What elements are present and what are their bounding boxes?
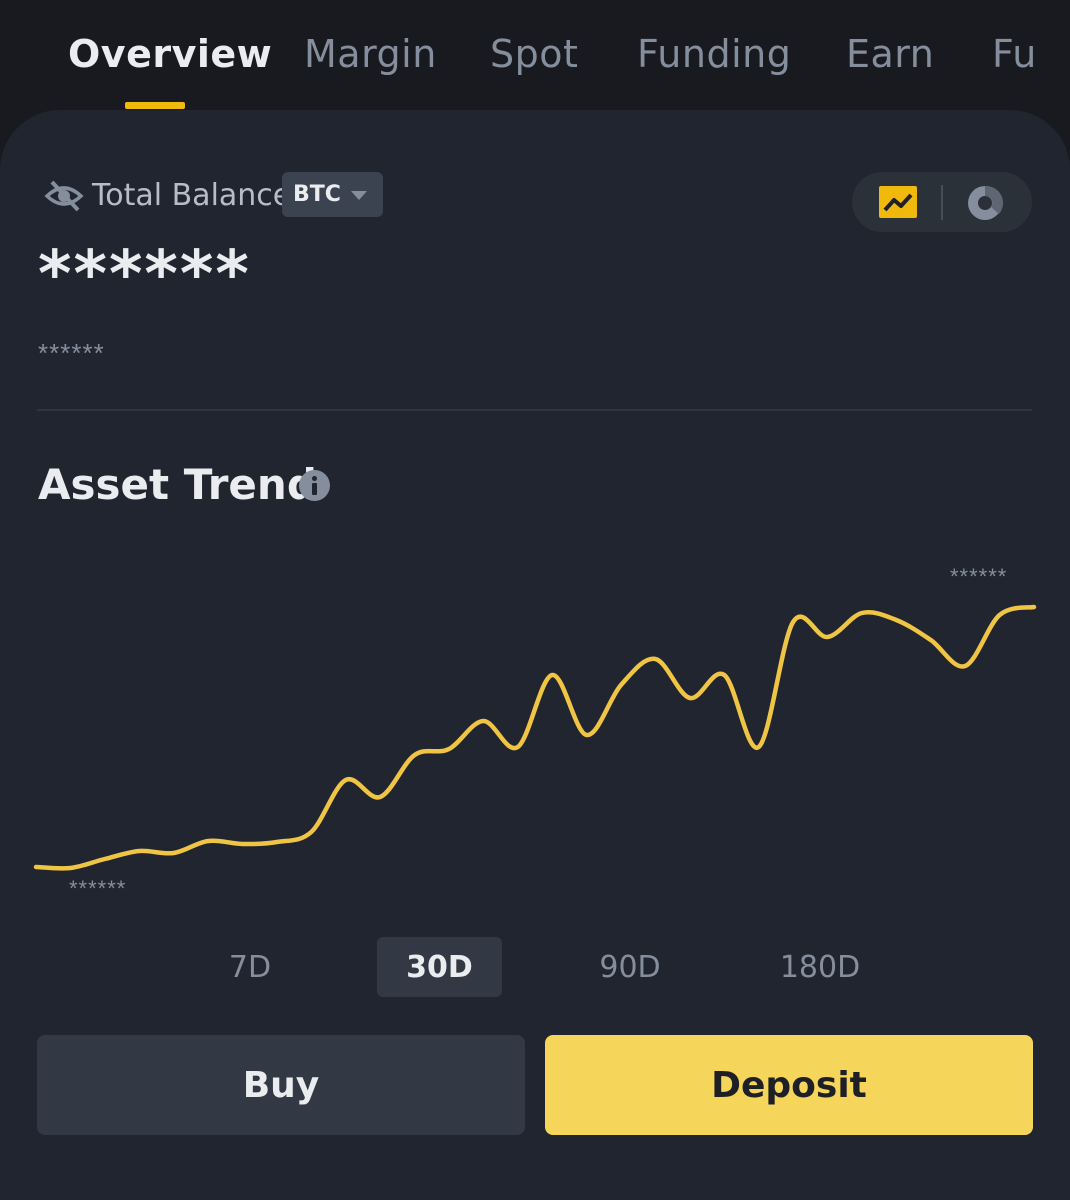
total-balance-value: ****** [38,238,251,312]
currency-value: BTC [293,182,341,207]
range-30d[interactable]: 30D [377,937,502,997]
pie-chart-icon[interactable] [965,183,1005,223]
view-toggle [852,172,1032,232]
tab-overview[interactable]: Overview [68,32,272,76]
deposit-button[interactable]: Deposit [545,1035,1033,1135]
tab-earn[interactable]: Earn [846,32,934,76]
caret-down-icon [351,191,367,200]
tab-margin[interactable]: Margin [304,32,437,76]
trend-line [33,604,1037,871]
asset-trend-chart [33,604,1037,871]
eye-off-icon[interactable] [44,176,84,216]
currency-selector[interactable]: BTC [282,172,383,217]
tab-spot[interactable]: Spot [490,32,578,76]
range-180d[interactable]: 180D [760,937,880,997]
balance-fiat-value: ****** [38,338,105,368]
info-icon[interactable] [299,470,330,501]
tab-futures[interactable]: Fu [992,32,1037,76]
section-divider [37,409,1032,411]
chart-max-label: ****** [950,564,1008,589]
trend-chart-icon[interactable] [879,186,917,218]
top-tab-bar: Overview Margin Spot Funding Earn Fu [0,0,1070,110]
toggle-divider [941,185,943,220]
tab-funding[interactable]: Funding [637,32,791,76]
active-tab-indicator [125,102,185,109]
asset-trend-title: Asset Trend [38,460,317,509]
buy-button[interactable]: Buy [37,1035,525,1135]
range-7d[interactable]: 7D [200,937,300,997]
chart-min-label: ****** [69,876,127,901]
range-90d[interactable]: 90D [570,937,690,997]
total-balance-label: Total Balance [92,178,292,213]
